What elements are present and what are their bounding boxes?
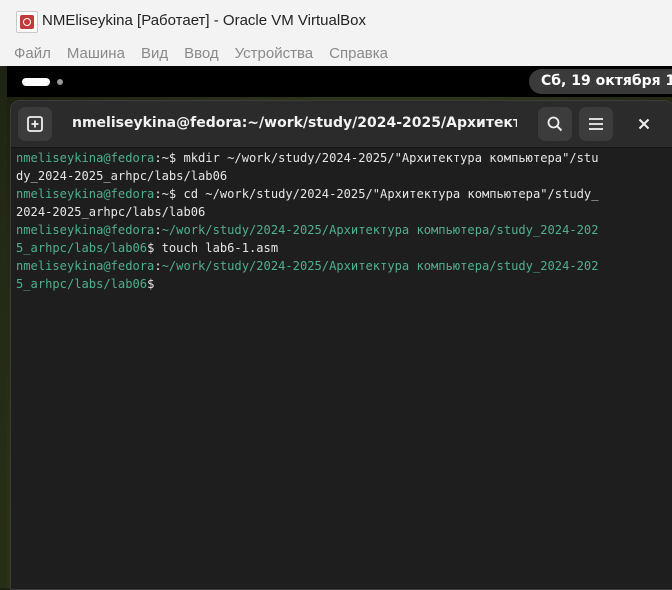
workspace-dot	[57, 79, 63, 85]
close-button[interactable]	[627, 107, 661, 141]
new-tab-button[interactable]	[18, 107, 52, 141]
terminal-text: :	[154, 223, 162, 237]
vbox-menubar: Файл Машина Вид Ввод Устройства Справка	[0, 42, 672, 66]
gnome-top-bar: Сб, 19 октября 14:	[7, 66, 672, 97]
terminal-line: nmeliseykina@fedora:~/work/study/2024-20…	[16, 257, 666, 275]
terminal-text: cd ~/work/study/2024-2025/"Архитектура к…	[183, 187, 599, 201]
new-tab-icon	[27, 116, 43, 132]
terminal-line: nmeliseykina@fedora:~/work/study/2024-20…	[16, 221, 666, 239]
terminal-text: :	[154, 259, 162, 273]
terminal-line: nmeliseykina@fedora:~$ mkdir ~/work/stud…	[16, 149, 666, 167]
menu-item[interactable]: Устройства	[228, 42, 322, 66]
terminal-window[interactable]: nmeliseykina@fedora:~/work/study/2024-20…	[10, 100, 672, 590]
menu-button[interactable]	[579, 107, 613, 141]
prompt-user: nmeliseykina@fedora	[16, 259, 155, 273]
search-button[interactable]	[538, 107, 572, 141]
clock-button[interactable]: Сб, 19 октября 14:	[529, 69, 672, 94]
menu-item[interactable]: Файл	[0, 42, 60, 66]
terminal-text: $ touch lab6-1.asm	[147, 241, 279, 255]
terminal-line: 2024-2025_arhpc/labs/lab06	[16, 203, 666, 221]
terminal-line: nmeliseykina@fedora:~$ cd ~/work/study/2…	[16, 185, 666, 203]
hamburger-menu-icon	[589, 118, 603, 130]
prompt-user: nmeliseykina@fedora	[16, 187, 155, 201]
terminal-line: 5_arhpc/labs/lab06$ touch lab6-1.asm	[16, 239, 666, 257]
virtualbox-logo-icon	[16, 11, 38, 33]
activities-indicator[interactable]	[22, 78, 50, 86]
menu-item[interactable]: Машина	[60, 42, 134, 66]
prompt-user: nmeliseykina@fedora	[16, 151, 155, 165]
terminal-text: 2024-2025_arhpc/labs/lab06	[16, 205, 206, 219]
terminal-headerbar: nmeliseykina@fedora:~/work/study/2024-20…	[11, 101, 672, 148]
close-icon	[638, 118, 650, 130]
window-title: NMEliseykina [Работает] - Oracle VM Virt…	[42, 12, 367, 29]
terminal-text: $	[147, 277, 162, 291]
prompt-path: 5_arhpc/labs/lab06	[16, 241, 148, 255]
terminal-text: :~$	[154, 151, 184, 165]
guest-desktop: Сб, 19 октября 14: nmeliseykina@fedora:~…	[7, 66, 672, 590]
menu-item[interactable]: Справка	[322, 42, 397, 66]
search-icon	[547, 116, 563, 132]
terminal-line: 5_arhpc/labs/lab06$	[16, 275, 666, 293]
terminal-line: dy_2024-2025_arhpc/labs/lab06	[16, 167, 666, 185]
terminal-output[interactable]: nmeliseykina@fedora:~$ mkdir ~/work/stud…	[16, 149, 666, 293]
terminal-text: :~$	[154, 187, 184, 201]
vbox-titlebar: NMEliseykina [Работает] - Oracle VM Virt…	[0, 0, 672, 43]
terminal-text: mkdir ~/work/study/2024-2025/"Архитектур…	[183, 151, 599, 165]
menu-item[interactable]: Ввод	[177, 42, 228, 66]
menu-item[interactable]: Вид	[134, 42, 177, 66]
prompt-path: ~/work/study/2024-2025/Архитектура компь…	[161, 259, 599, 273]
terminal-title: nmeliseykina@fedora:~/work/study/2024-20…	[72, 115, 517, 131]
terminal-text: dy_2024-2025_arhpc/labs/lab06	[16, 169, 228, 183]
prompt-path: ~/work/study/2024-2025/Архитектура компь…	[161, 223, 599, 237]
prompt-user: nmeliseykina@fedora	[16, 223, 155, 237]
prompt-path: 5_arhpc/labs/lab06	[16, 277, 148, 291]
clock-text: Сб, 19 октября 14:	[541, 73, 672, 89]
